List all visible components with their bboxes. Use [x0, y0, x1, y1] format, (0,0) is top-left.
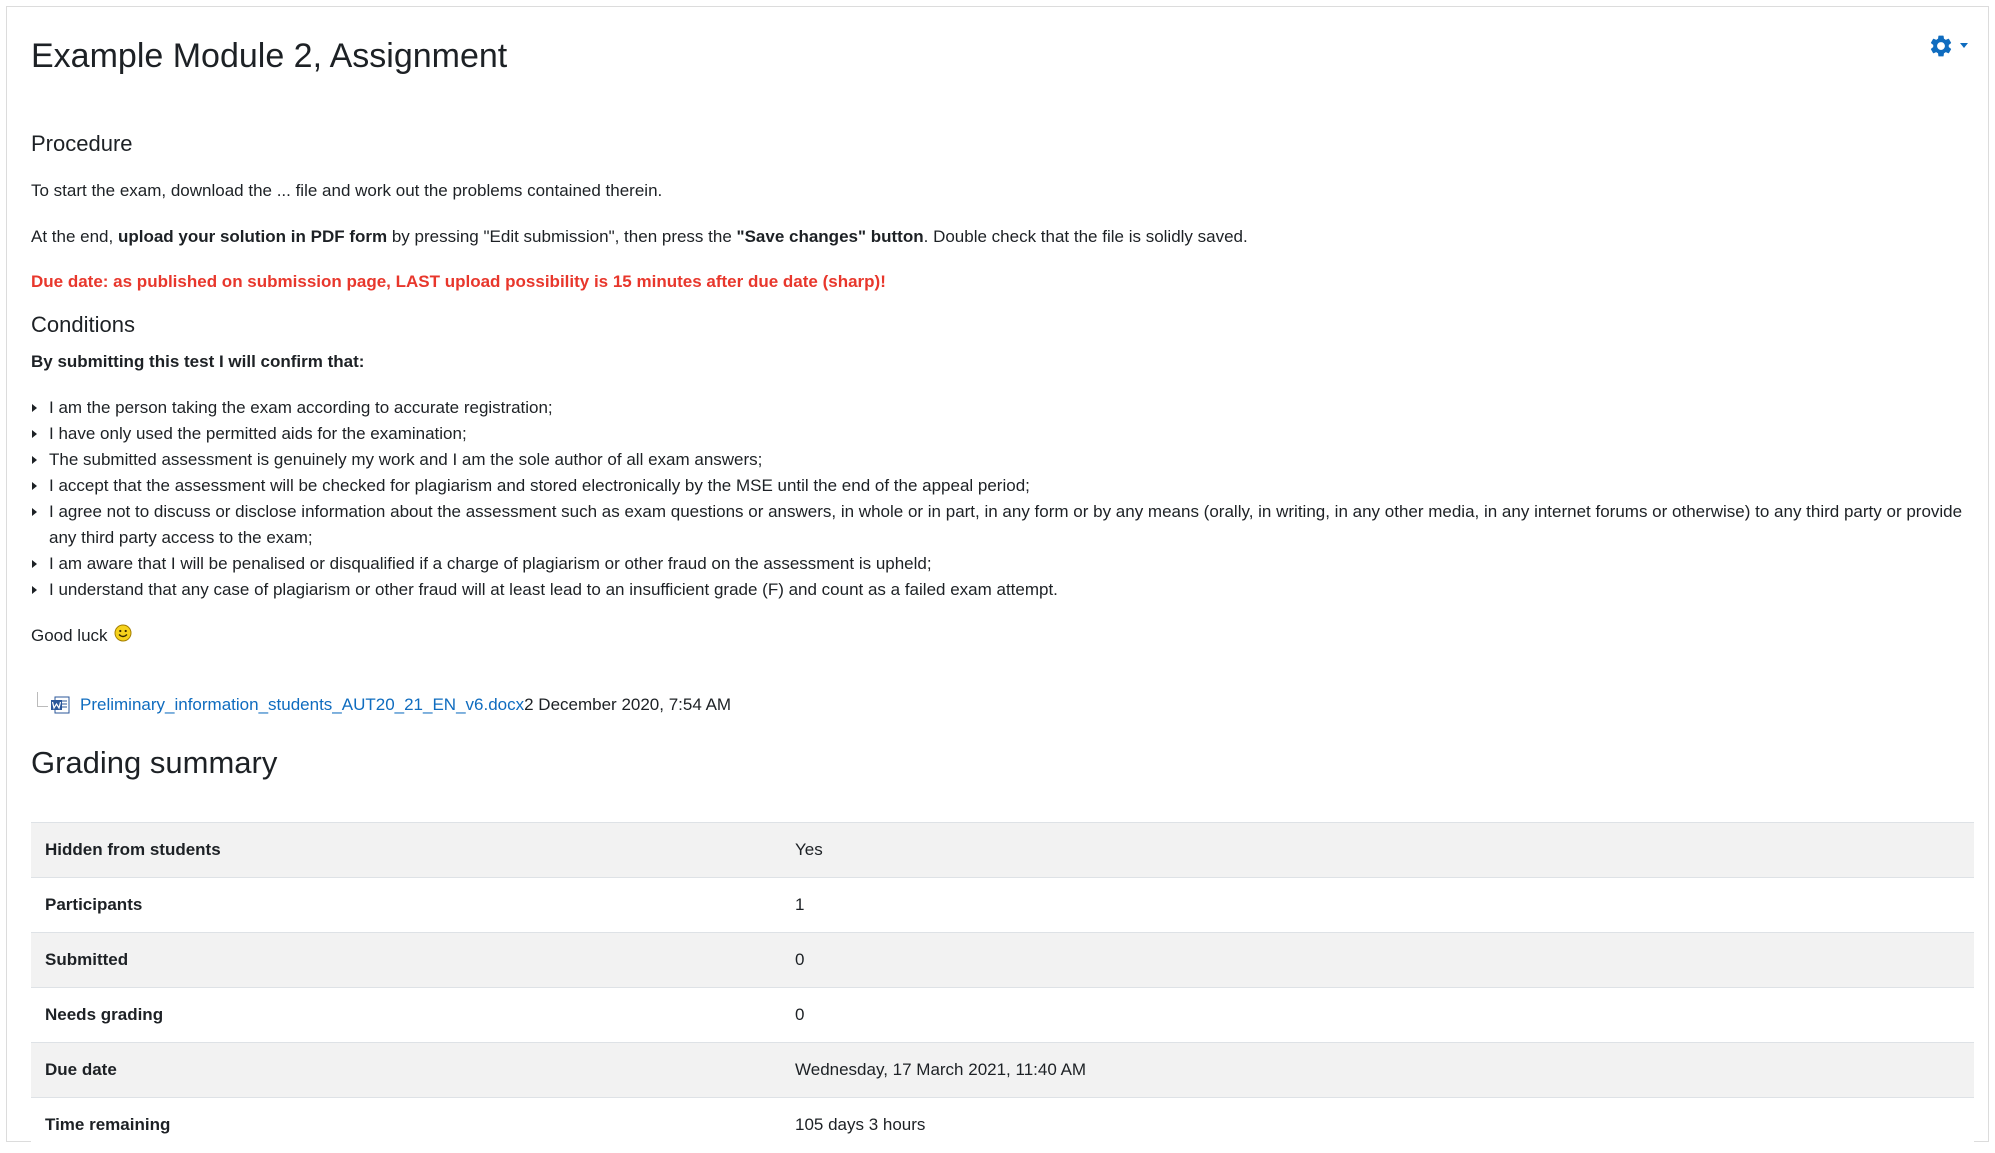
row-label: Participants	[45, 895, 143, 914]
good-luck-text: Good luck	[31, 626, 108, 645]
procedure-intro: To start the exam, download the ... file…	[31, 181, 663, 200]
word-document-icon	[50, 696, 70, 714]
due-date-warning: Due date: as published on submission pag…	[31, 272, 886, 291]
smiley-icon	[114, 624, 132, 648]
page-card: Example Module 2, Assignment Procedure T…	[6, 6, 1989, 1153]
conditions-confirm: By submitting this test I will confirm t…	[31, 352, 365, 371]
settings-menu-button[interactable]	[1928, 33, 1968, 59]
list-item: I am the person taking the exam accordin…	[31, 395, 1971, 421]
row-label: Needs grading	[45, 1005, 164, 1024]
grading-summary-table: Hidden from students Yes Participants 1 …	[31, 822, 1974, 1153]
upload-text-bold: upload your solution in PDF form	[117, 227, 388, 246]
row-value: 0	[795, 1005, 805, 1024]
grading-summary-heading: Grading summary	[31, 745, 278, 780]
table-row: Submitted 0	[31, 932, 1974, 988]
list-item: I have only used the permitted aids for …	[31, 421, 1971, 447]
attachment-file-link[interactable]: Preliminary_information_students_AUT20_2…	[80, 695, 524, 715]
procedure-heading: Procedure	[31, 131, 133, 156]
table-row: Time remaining 105 days 3 hours	[31, 1097, 1974, 1153]
page-title: Example Module 2, Assignment	[31, 37, 508, 75]
tree-connector	[37, 691, 48, 707]
list-item: The submitted assessment is genuinely my…	[31, 447, 1971, 473]
row-label: Time remaining	[45, 1115, 171, 1135]
upload-text-end: . Double check that the file is solidly …	[923, 227, 1248, 246]
upload-text-start: At the end,	[31, 227, 118, 246]
attachment-row: Preliminary_information_students_AUT20_2…	[37, 691, 732, 715]
upload-text-middle: by pressing "Edit submission", then pres…	[387, 227, 737, 246]
save-changes-text-bold: "Save changes" button	[736, 227, 924, 246]
list-item: I accept that the assessment will be che…	[31, 473, 1971, 499]
attachment-date: 2 December 2020, 7:54 AM	[524, 695, 732, 714]
list-item: I agree not to discuss or disclose infor…	[31, 499, 1971, 551]
row-value: 1	[795, 895, 805, 914]
row-label: Submitted	[45, 950, 129, 969]
row-value: Wednesday, 17 March 2021, 11:40 AM	[795, 1060, 1087, 1079]
row-value: 105 days 3 hours	[795, 1115, 926, 1135]
row-label: Hidden from students	[45, 840, 221, 859]
table-row: Needs grading 0	[31, 987, 1974, 1043]
gear-icon	[1928, 33, 1954, 59]
row-value: 0	[795, 950, 805, 969]
list-item: I understand that any case of plagiarism…	[31, 577, 1971, 603]
caret-down-icon	[1960, 43, 1968, 49]
good-luck: Good luck	[31, 624, 132, 648]
table-row: Participants 1	[31, 877, 1974, 933]
row-label: Due date	[45, 1060, 117, 1079]
conditions-list: I am the person taking the exam accordin…	[31, 395, 1971, 603]
row-value: Yes	[795, 840, 823, 859]
conditions-heading: Conditions	[31, 312, 135, 337]
procedure-upload-instructions: At the end, upload your solution in PDF …	[31, 226, 1248, 248]
table-row: Due date Wednesday, 17 March 2021, 11:40…	[31, 1042, 1974, 1098]
table-row: Hidden from students Yes	[31, 822, 1974, 878]
list-item: I am aware that I will be penalised or d…	[31, 551, 1971, 577]
